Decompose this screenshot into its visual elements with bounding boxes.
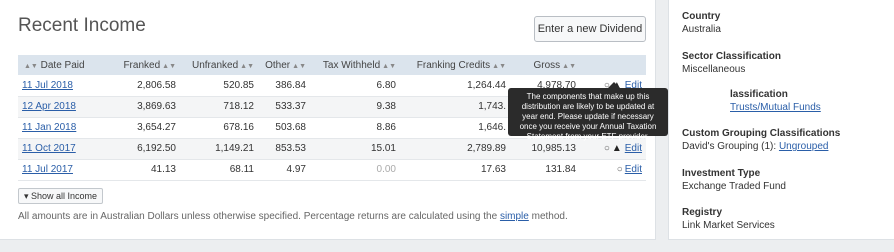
investment-type-label: Investment Type (682, 168, 761, 179)
tax-cell: 15.01 (310, 138, 400, 160)
date-link[interactable]: 11 Jul 2018 (22, 80, 73, 91)
registry-section: Registry Link Market Services (682, 207, 775, 231)
comment-icon[interactable]: ○ (604, 143, 610, 154)
sort-icon: ▲▼ (492, 62, 506, 70)
country-value: Australia (682, 24, 721, 35)
tax-cell: 6.80 (310, 75, 400, 97)
edit-link[interactable]: Edit (625, 143, 642, 154)
date-link[interactable]: 11 Jan 2018 (22, 122, 76, 133)
ungrouped-link[interactable]: Ungrouped (779, 141, 828, 152)
credits-cell: 2,789.89 (400, 138, 510, 160)
unfranked-cell: 1,149.21 (180, 138, 258, 160)
country-label: Country (682, 11, 721, 22)
sort-icon: ▲▼ (382, 62, 396, 70)
credits-cell: 17.63 (400, 159, 510, 181)
franked-cell: 3,869.63 (118, 96, 180, 118)
show-all-income-button[interactable]: ▾ Show all Income (18, 188, 104, 204)
comment-icon[interactable]: ○ (617, 164, 623, 175)
custom-grouping-label: Custom Grouping Classifications (682, 128, 841, 139)
col-header-date[interactable]: ▲▼ Date Paid (18, 55, 118, 75)
other-cell: 853.53 (258, 138, 310, 160)
other-cell: 503.68 (258, 117, 310, 139)
investment-type-value: Exchange Traded Fund (682, 181, 786, 192)
details-sidebar (668, 0, 894, 240)
sector-value: Miscellaneous (682, 64, 746, 75)
other-cell: 386.84 (258, 75, 310, 97)
unfranked-cell: 678.16 (180, 117, 258, 139)
page-title: Recent Income (18, 15, 146, 36)
industry-link[interactable]: Trusts/Mutual Funds (730, 102, 821, 113)
country-section: Country Australia (682, 11, 721, 35)
sort-icon: ▲▼ (562, 62, 576, 70)
footnote: All amounts are in Australian Dollars un… (18, 211, 568, 222)
date-link[interactable]: 11 Jul 2017 (22, 164, 73, 175)
gross-cell: 131.84 (510, 159, 580, 181)
date-link[interactable]: 12 Apr 2018 (22, 101, 76, 112)
franked-cell: 2,806.58 (118, 75, 180, 97)
tax-cell: 8.86 (310, 117, 400, 139)
simple-method-link[interactable]: simple (500, 211, 529, 222)
sort-icon: ▲▼ (162, 62, 176, 70)
table-row: 11 Jul 2017 41.13 68.11 4.97 0.00 17.63 … (18, 159, 646, 181)
sort-icon: ▲▼ (24, 62, 38, 70)
custom-grouping-section: Custom Grouping Classifications David's … (682, 128, 840, 152)
enter-dividend-button[interactable]: Enter a new Dividend (534, 16, 646, 42)
unfranked-cell: 68.11 (180, 159, 258, 181)
franked-cell: 41.13 (118, 159, 180, 181)
investment-type-section: Investment Type Exchange Traded Fund (682, 168, 786, 192)
credits-cell: 1,646. (400, 117, 510, 139)
col-header-unfranked[interactable]: Unfranked ▲▼ (180, 55, 258, 75)
col-header-franking-credits[interactable]: Franking Credits ▲▼ (400, 55, 510, 75)
sector-label: Sector Classification (682, 51, 781, 62)
date-link[interactable]: 11 Oct 2017 (22, 143, 76, 154)
franked-cell: 6,192.50 (118, 138, 180, 160)
unfranked-cell: 718.12 (180, 96, 258, 118)
col-header-gross[interactable]: Gross ▲▼ (510, 55, 580, 75)
col-header-actions (580, 55, 646, 75)
registry-label: Registry (682, 207, 723, 218)
credits-cell: 1,743. (400, 96, 510, 118)
sort-icon: ▲▼ (292, 62, 306, 70)
edit-link[interactable]: Edit (625, 164, 642, 175)
custom-grouping-value: David's Grouping (1): Ungrouped (682, 141, 829, 152)
other-cell: 4.97 (258, 159, 310, 181)
col-header-tax-withheld[interactable]: Tax Withheld ▲▼ (310, 55, 400, 75)
credits-cell: 1,264.44 (400, 75, 510, 97)
franked-cell: 3,654.27 (118, 117, 180, 139)
unfranked-cell: 520.85 (180, 75, 258, 97)
registry-value: Link Market Services (682, 220, 775, 231)
col-header-franked[interactable]: Franked ▲▼ (118, 55, 180, 75)
warning-icon[interactable]: ▲ (612, 143, 622, 154)
sector-section: Sector Classification Miscellaneous (682, 51, 781, 75)
tax-cell: 0.00 (310, 159, 400, 181)
tax-cell: 9.38 (310, 96, 400, 118)
industry-label: lassification (730, 89, 788, 100)
industry-section: lassification Trusts/Mutual Funds (730, 89, 821, 113)
warning-tooltip: The components that make up this distrib… (508, 82, 668, 141)
col-header-other[interactable]: Other ▲▼ (258, 55, 310, 75)
sort-icon: ▲▼ (240, 62, 254, 70)
other-cell: 533.37 (258, 96, 310, 118)
